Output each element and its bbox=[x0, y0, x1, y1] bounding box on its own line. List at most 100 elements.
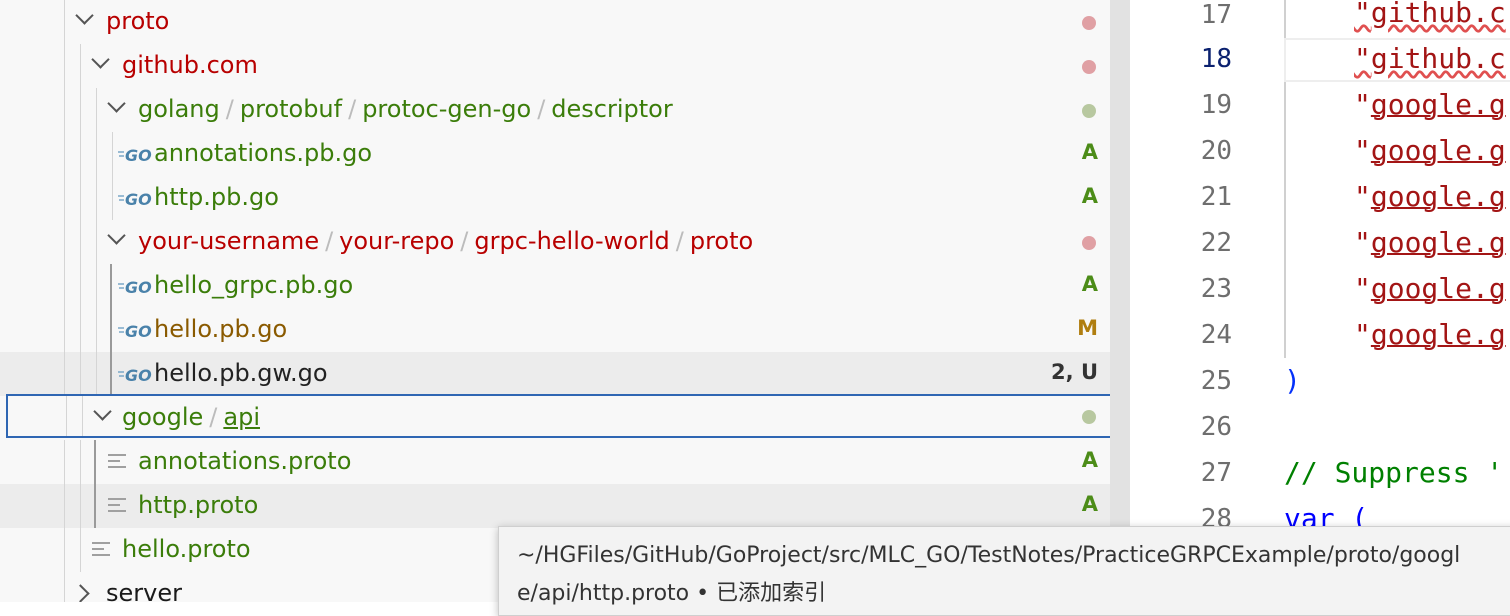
git-status-badge: M bbox=[1077, 316, 1098, 340]
quote: " bbox=[1354, 88, 1371, 121]
tree-item-label: hello_grpc.pb.go bbox=[154, 271, 354, 299]
indent-guide bbox=[96, 308, 97, 352]
indent-guide bbox=[66, 396, 67, 436]
indent-guide bbox=[80, 484, 81, 528]
indent-guide bbox=[112, 176, 113, 220]
quote: " bbox=[1354, 134, 1371, 167]
indent-guide bbox=[64, 528, 65, 572]
tree-item-label: hello.pb.gw.go bbox=[154, 359, 328, 387]
code-line[interactable]: "google.g bbox=[1354, 272, 1506, 305]
quote: " bbox=[1354, 180, 1371, 213]
indent-guide bbox=[110, 352, 112, 396]
indent-guide bbox=[64, 176, 65, 220]
chevron-right-icon[interactable] bbox=[71, 584, 90, 602]
code-line[interactable]: "google.g bbox=[1354, 180, 1506, 213]
tree-item-label: hello.proto bbox=[122, 535, 251, 563]
line-number: 17 bbox=[1200, 0, 1232, 30]
tree-item-label: proto bbox=[106, 7, 170, 35]
tree-file-hello-grpc-pb-go[interactable]: GO hello_grpc.pb.go A bbox=[0, 264, 1130, 308]
path-separator: / bbox=[225, 95, 234, 123]
code-line[interactable]: "google.g bbox=[1354, 134, 1506, 167]
tree-file-annotations-pb-go[interactable]: GO annotations.pb.go A bbox=[0, 132, 1130, 176]
git-status-dot bbox=[1082, 16, 1096, 30]
indent-guide bbox=[80, 308, 81, 352]
tree-item-label: http.proto bbox=[138, 491, 259, 519]
code-line[interactable]: "google.g bbox=[1354, 88, 1506, 121]
indent-guide bbox=[96, 176, 97, 220]
line-number: 20 bbox=[1200, 136, 1232, 166]
path-segment[interactable]: protoc-gen-go bbox=[362, 95, 531, 123]
indent-guide bbox=[96, 132, 97, 176]
import-string: github.c bbox=[1370, 0, 1506, 29]
indent-guide bbox=[64, 440, 65, 484]
tree-folder-descriptor[interactable]: golang / protobuf / protoc-gen-go / descriptor bbox=[0, 88, 1130, 132]
import-string: github.c bbox=[1370, 42, 1506, 75]
line-number: 25 bbox=[1200, 366, 1232, 396]
compact-folder-path: your-username / your-repo / grpc-hello-world… bbox=[138, 226, 753, 256]
tree-folder-grpc-proto[interactable]: your-username / your-repo / grpc-hello-world… bbox=[0, 220, 1130, 264]
path-segment[interactable]: descriptor bbox=[551, 95, 672, 123]
quote: " bbox=[1354, 42, 1371, 75]
indent-guide bbox=[80, 132, 81, 176]
indent-guide bbox=[64, 484, 65, 528]
tree-file-annotations-proto[interactable]: annotations.proto A bbox=[0, 440, 1130, 484]
path-segment[interactable]: grpc-hello-world bbox=[474, 227, 669, 255]
tree-file-hello-pb-gw-go[interactable]: GO hello.pb.gw.go 2, U bbox=[0, 352, 1130, 396]
path-segment[interactable]: your-repo bbox=[339, 227, 454, 255]
path-segment[interactable]: proto bbox=[690, 227, 753, 255]
indent-guide bbox=[112, 132, 113, 176]
go-file-icon: GO bbox=[118, 278, 152, 297]
code-line[interactable]: "google.g bbox=[1354, 318, 1506, 351]
code-editor[interactable]: 17 18 19 20 21 22 23 24 25 26 27 28 "git… bbox=[1130, 0, 1510, 602]
path-segment-focused[interactable]: api bbox=[223, 403, 260, 431]
path-segment[interactable]: google bbox=[122, 403, 203, 431]
indent-guide bbox=[110, 264, 112, 308]
go-file-icon: GO bbox=[118, 190, 152, 209]
line-number: 22 bbox=[1200, 228, 1232, 258]
path-segment[interactable]: protobuf bbox=[240, 95, 342, 123]
proto-file-icon bbox=[92, 542, 112, 560]
path-segment[interactable]: your-username bbox=[138, 227, 319, 255]
tree-file-hello-pb-go[interactable]: GO hello.pb.go M bbox=[0, 308, 1130, 352]
go-file-icon: GO bbox=[118, 146, 152, 165]
path-separator: / bbox=[537, 95, 546, 123]
tree-folder-github-com[interactable]: github.com bbox=[0, 44, 1130, 88]
line-number-active: 18 bbox=[1200, 44, 1232, 74]
chevron-down-icon[interactable] bbox=[91, 50, 110, 69]
chevron-down-icon[interactable] bbox=[75, 6, 94, 25]
tree-folder-proto[interactable]: proto bbox=[0, 0, 1130, 44]
tree-file-http-pb-go[interactable]: GO http.pb.go A bbox=[0, 176, 1130, 220]
indent-guide bbox=[80, 176, 81, 220]
tree-folder-google-api[interactable]: google / api bbox=[6, 394, 1130, 438]
chevron-down-icon[interactable] bbox=[93, 402, 112, 421]
tree-item-label: hello.pb.go bbox=[154, 315, 288, 343]
go-file-icon: GO bbox=[118, 322, 152, 341]
import-string: google.g bbox=[1370, 272, 1506, 305]
tree-file-http-proto[interactable]: http.proto A bbox=[0, 484, 1130, 528]
chevron-down-icon[interactable] bbox=[107, 226, 126, 245]
code-line[interactable]: "google.g bbox=[1354, 226, 1506, 259]
svg-text:GO: GO bbox=[125, 278, 152, 297]
git-status-dot bbox=[1082, 104, 1096, 118]
indent-guide bbox=[64, 220, 65, 264]
code-line[interactable]: "github.c bbox=[1354, 0, 1506, 29]
indent-guide bbox=[64, 264, 65, 308]
code-line-comment[interactable]: // Suppress ' bbox=[1284, 456, 1503, 489]
indent-guide bbox=[80, 88, 81, 132]
git-status-dot bbox=[1082, 410, 1096, 424]
chevron-down-icon[interactable] bbox=[107, 94, 126, 113]
line-number: 23 bbox=[1200, 274, 1232, 304]
indent-guide bbox=[80, 440, 81, 484]
code-line[interactable]: ) bbox=[1284, 364, 1301, 397]
indent-guide bbox=[110, 308, 112, 352]
git-status-dot bbox=[1082, 236, 1096, 250]
tree-item-label: annotations.pb.go bbox=[154, 139, 373, 167]
explorer-scrollbar[interactable] bbox=[1110, 0, 1130, 602]
path-segment[interactable]: golang bbox=[138, 95, 220, 123]
path-separator: / bbox=[675, 227, 684, 255]
quote: " bbox=[1354, 0, 1371, 29]
git-status-badge: A bbox=[1081, 184, 1098, 208]
path-tooltip: ~/HGFiles/GitHub/GoProject/src/MLC_GO/Te… bbox=[498, 526, 1510, 616]
code-line[interactable]: "github.c bbox=[1354, 42, 1506, 75]
quote: " bbox=[1354, 272, 1371, 305]
